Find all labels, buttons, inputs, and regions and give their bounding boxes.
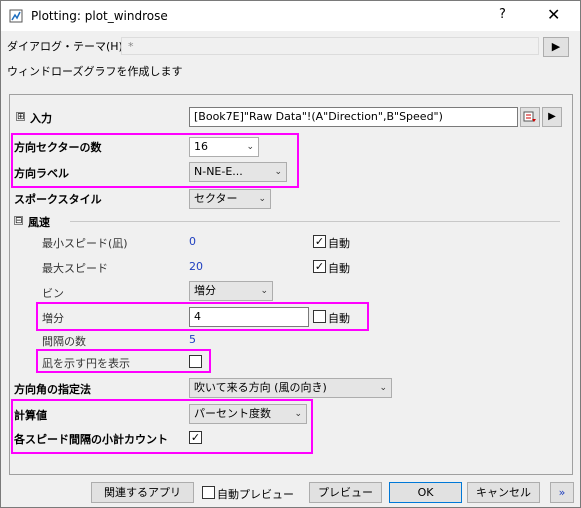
input-menu-button[interactable]: ▶ — [542, 107, 562, 127]
angle-spec-value: 吹いて来る方向 (風の向き) — [194, 381, 327, 394]
min-speed-value: 0 — [189, 235, 196, 248]
min-speed-label: 最小スピード(凪) — [42, 237, 128, 250]
max-speed-auto-label: 自動 — [328, 262, 350, 275]
auto-preview-label: 自動プレビュー — [217, 488, 294, 501]
max-speed-auto-checkbox[interactable]: ✓ — [313, 260, 326, 273]
interval-count-label: 間隔の数 — [42, 335, 86, 348]
wind-speed-label: 風速 — [28, 216, 50, 229]
angle-spec-label: 方向角の指定法 — [14, 383, 91, 396]
window-title: Plotting: plot_windrose — [31, 9, 168, 23]
auto-preview-checkbox[interactable] — [202, 486, 215, 499]
cancel-button[interactable]: キャンセル — [467, 482, 540, 503]
min-speed-auto-label: 自動 — [328, 237, 350, 250]
dialog-theme-input[interactable]: * — [121, 37, 539, 55]
select-range-button[interactable] — [520, 107, 540, 127]
dialog-theme-menu-button[interactable]: ▶ — [543, 37, 569, 57]
triangle-right-icon: ▶ — [548, 111, 556, 122]
dialog-window: Plotting: plot_windrose ? ✕ ダイアログ・テーマ(H)… — [0, 0, 581, 508]
highlight-calc-subtotal — [11, 399, 313, 454]
spoke-style-label: スポークスタイル — [14, 193, 102, 206]
related-apps-button[interactable]: 関連するアプリ — [91, 482, 194, 503]
max-speed-value: 20 — [189, 260, 203, 273]
max-speed-label: 最大スピード — [42, 262, 108, 275]
close-button[interactable]: ✕ — [547, 5, 560, 24]
bin-value: 増分 — [194, 284, 216, 297]
angle-spec-combo[interactable]: 吹いて来る方向 (風の向き) ⌄ — [189, 378, 392, 398]
bin-combo[interactable]: 増分 ⌄ — [189, 281, 273, 301]
check-icon: ✓ — [314, 260, 325, 273]
chevron-down-icon: ⌄ — [260, 286, 268, 296]
wind-speed-collapse-icon[interactable]: ⊟ — [14, 216, 23, 226]
chevron-down-icon: ⌄ — [258, 194, 266, 204]
chevron-down-icon: ⌄ — [379, 383, 387, 393]
highlight-sectors-labels — [11, 133, 299, 188]
range-select-icon — [523, 111, 536, 122]
interval-count-value: 5 — [189, 333, 196, 346]
input-range-field[interactable]: [Book7E]"Raw Data"!(A"Direction",B"Speed… — [189, 107, 518, 127]
spoke-style-combo[interactable]: セクター ⌄ — [189, 189, 271, 209]
bin-label: ビン — [42, 287, 64, 300]
wind-speed-separator — [70, 221, 560, 222]
highlight-calm-circle — [36, 349, 211, 373]
dialog-theme-label: ダイアログ・テーマ(H) — [7, 40, 123, 53]
double-chevron-right-icon: » — [558, 486, 566, 499]
title-bar: Plotting: plot_windrose ? ✕ — [1, 1, 580, 31]
input-label: 入力 — [30, 112, 52, 125]
highlight-increment — [36, 302, 369, 331]
check-icon: ✓ — [314, 235, 325, 248]
more-button[interactable]: » — [550, 482, 574, 503]
settings-panel: ⊞ 入力 [Book7E]"Raw Data"!(A"Direction",B"… — [9, 94, 573, 475]
ok-button[interactable]: OK — [389, 482, 462, 503]
min-speed-auto-checkbox[interactable]: ✓ — [313, 235, 326, 248]
dialog-description: ウィンドローズグラフを作成します — [7, 65, 183, 78]
input-expand-icon[interactable]: ⊞ — [16, 112, 25, 122]
help-button[interactable]: ? — [499, 7, 506, 22]
origin-app-icon — [9, 9, 23, 23]
spoke-style-value: セクター — [194, 192, 238, 205]
preview-button[interactable]: プレビュー — [309, 482, 382, 503]
